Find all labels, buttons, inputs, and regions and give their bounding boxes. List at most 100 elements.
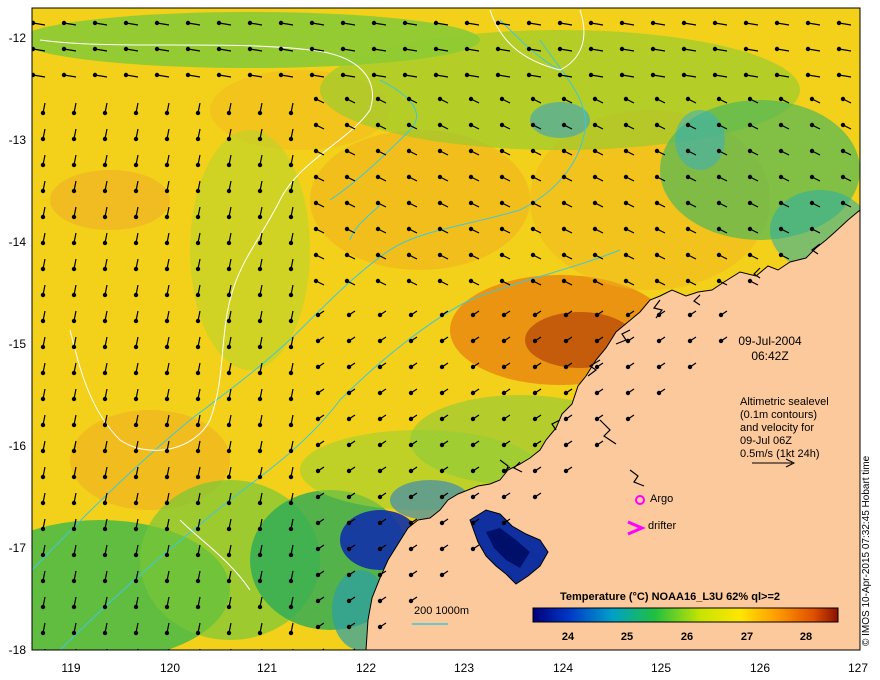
velocity-vector-head xyxy=(654,252,660,258)
velocity-vector-head xyxy=(185,72,191,78)
velocity-vector-head xyxy=(375,278,381,284)
velocity-vector-head xyxy=(532,312,538,318)
velocity-vector-head xyxy=(40,578,46,584)
velocity-vector-head xyxy=(377,624,383,630)
velocity-vector-head xyxy=(656,338,662,344)
velocity-vector-head xyxy=(71,136,77,142)
velocity-vector-head xyxy=(408,416,414,422)
velocity-vector-head xyxy=(257,630,263,636)
velocity-vector-head xyxy=(716,122,722,128)
velocity-vector-head xyxy=(315,494,321,500)
velocity-vector-head xyxy=(716,252,722,258)
velocity-vector-head xyxy=(123,46,129,52)
velocity-vector-head xyxy=(437,226,443,232)
date-label: 09-Jul-2004 06:42Z xyxy=(720,334,820,364)
velocity-vector-head xyxy=(439,312,445,318)
velocity-vector-head xyxy=(344,226,350,232)
velocity-vector-head xyxy=(195,526,201,532)
velocity-vector-head xyxy=(133,578,139,584)
velocity-vector-head xyxy=(530,278,536,284)
velocity-vector-head xyxy=(346,598,352,604)
velocity-vector-head xyxy=(102,214,108,220)
velocity-vector-head xyxy=(681,46,687,52)
velocity-vector-head xyxy=(133,214,139,220)
velocity-vector-head xyxy=(226,136,232,142)
velocity-vector-head xyxy=(71,214,77,220)
velocity-vector-head xyxy=(681,20,687,26)
velocity-vector-head xyxy=(499,252,505,258)
velocity-vector-head xyxy=(102,526,108,532)
velocity-vector-head xyxy=(377,390,383,396)
velocity-vector-head xyxy=(716,174,722,180)
velocity-vector-head xyxy=(71,500,77,506)
velocity-vector-head xyxy=(687,364,693,370)
velocity-vector-head xyxy=(747,226,753,232)
legend-line: 0.5m/s (1kt 24h) xyxy=(740,448,820,460)
colorbar-title: Temperature (°C) NOAA16_L3U 62% ql>=2 xyxy=(560,591,780,603)
velocity-vector-head xyxy=(654,174,660,180)
velocity-vector-head xyxy=(71,318,77,324)
velocity-vector-head xyxy=(685,148,691,154)
velocity-vector-head xyxy=(650,20,656,26)
velocity-vector-head xyxy=(625,312,631,318)
velocity-vector-head xyxy=(530,252,536,258)
velocity-vector-head xyxy=(375,148,381,154)
velocity-vector-head xyxy=(809,226,815,232)
velocity-vector-head xyxy=(102,318,108,324)
velocity-vector-head xyxy=(371,20,377,26)
velocity-vector-head xyxy=(40,344,46,350)
velocity-vector-head xyxy=(102,292,108,298)
velocity-vector-head xyxy=(687,312,693,318)
velocity-vector-head xyxy=(344,200,350,206)
velocity-vector-head xyxy=(40,552,46,558)
velocity-vector-head xyxy=(623,148,629,154)
velocity-vector-head xyxy=(656,390,662,396)
velocity-vector-head xyxy=(437,148,443,154)
y-tick: -17 xyxy=(8,541,26,555)
velocity-vector-head xyxy=(375,200,381,206)
velocity-vector-head xyxy=(315,442,321,448)
velocity-vector-head xyxy=(227,657,230,660)
velocity-vector-head xyxy=(288,110,294,116)
velocity-vector-head xyxy=(747,252,753,258)
velocity-vector-head xyxy=(594,442,600,448)
y-tick: -16 xyxy=(8,439,26,453)
velocity-vector-head xyxy=(257,292,263,298)
velocity-vector-head xyxy=(226,240,232,246)
velocity-vector-head xyxy=(102,578,108,584)
velocity-vector-head xyxy=(809,200,815,206)
colorbar-tick: 27 xyxy=(740,631,754,643)
velocity-vector-head xyxy=(561,252,567,258)
velocity-vector-head xyxy=(619,72,625,78)
velocity-vector-head xyxy=(592,252,598,258)
velocity-vector-head xyxy=(619,20,625,26)
velocity-vector-head xyxy=(133,630,139,636)
velocity-vector-head xyxy=(346,416,352,422)
velocity-vector-head xyxy=(439,442,445,448)
velocity-vector-head xyxy=(40,448,46,454)
velocity-vector-head xyxy=(226,266,232,272)
velocity-vector-head xyxy=(164,318,170,324)
x-tick: 121 xyxy=(256,661,278,675)
x-tick: 124 xyxy=(552,661,574,675)
velocity-vector-head xyxy=(257,552,263,558)
velocity-vector-head xyxy=(226,552,232,558)
velocity-vector-head xyxy=(164,448,170,454)
velocity-vector-head xyxy=(594,312,600,318)
velocity-vector-head xyxy=(840,96,846,102)
velocity-vector-head xyxy=(346,468,352,474)
velocity-vector-head xyxy=(809,174,815,180)
velocity-vector-head xyxy=(377,598,383,604)
velocity-vector-head xyxy=(315,624,321,630)
velocity-vector-head xyxy=(592,200,598,206)
velocity-vector-head xyxy=(309,72,315,78)
velocity-vector-head xyxy=(288,214,294,220)
velocity-vector-head xyxy=(92,46,98,52)
velocity-vector-head xyxy=(41,657,44,660)
velocity-vector-head xyxy=(71,604,77,610)
velocity-vector-head xyxy=(226,526,232,532)
velocity-vector-head xyxy=(592,174,598,180)
velocity-vector-head xyxy=(257,136,263,142)
velocity-vector-head xyxy=(530,96,536,102)
velocity-vector-head xyxy=(743,20,749,26)
